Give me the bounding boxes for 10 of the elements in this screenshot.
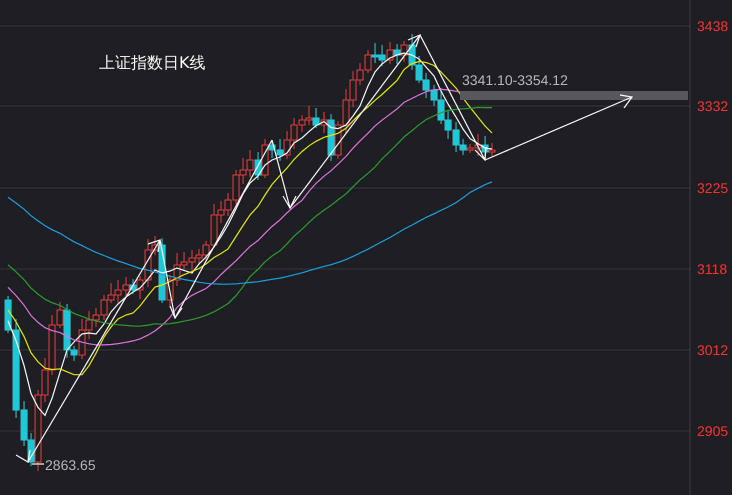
y-axis-label: 3332 [697,98,728,114]
y-axis-label: 3012 [697,342,728,358]
chart-title: 上证指数日K线 [99,53,206,72]
y-axis-label: 2905 [697,423,728,439]
price-range-label: 3341.10-3354.12 [462,72,568,88]
leader-line [32,463,44,465]
low-price-label: 2863.65 [45,457,96,473]
y-axis-label: 3438 [697,18,728,34]
y-axis-label: 3225 [697,180,728,196]
y-axis-label: 3118 [697,261,728,277]
